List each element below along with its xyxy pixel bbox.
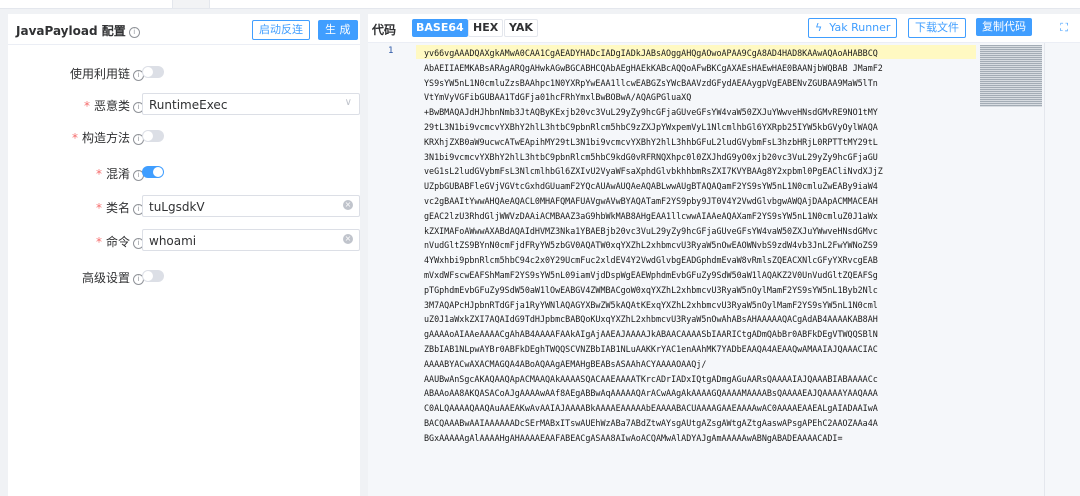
code-line: YS9sYW5nL1N0cmluZzsBAAhpc1N0YXRpYwEAA1ll…	[424, 77, 878, 88]
lightning-icon: ϟ	[815, 21, 823, 34]
code-line: AAUBwAnSgcAKAQAAQApACMAAQAkAAAASQACAAEAA…	[424, 373, 878, 384]
switch-knob	[153, 167, 163, 177]
row-gadget: * 恶意类 i RuntimeExec ∨	[8, 92, 360, 116]
editor-scrollbar[interactable]	[1044, 43, 1045, 496]
encoding-tab-base64[interactable]: BASE64	[412, 19, 468, 37]
code-line: mVxdWFscwEAFShMamF2YS9sYW5nL09iamVjdDspW…	[424, 269, 878, 280]
yak-runner-button[interactable]: ϟ Yak Runner	[808, 18, 898, 38]
code-line: yv66vgAAADQAXgkAMwA0CAA1CgAEADYHADcIADgI…	[424, 48, 878, 58]
generate-button[interactable]: 生 成	[318, 20, 358, 40]
start-reverse-button[interactable]: 启动反连	[252, 20, 310, 40]
use-chain-switch[interactable]	[142, 66, 164, 78]
code-line: gEAC2lzU3RhdGljWWVzDAAiACMBAAZ3aG9hbWkMA…	[424, 210, 878, 221]
code-line: C0ALQAAAAQAAQAuAAEAKwAvAAIAJAAAABkAAAAEA…	[424, 403, 878, 414]
info-icon[interactable]: i	[128, 27, 140, 38]
code-line: uZ0J1aWxkZXI7AQAIdG9TdHJpbmcBABQoKUxqYXZ…	[424, 314, 878, 325]
chevron-down-icon: ∨	[344, 97, 352, 108]
code-title: 代码	[372, 23, 397, 37]
code-line: nVudGltZS9BYnN0cmFjdFRyYW5zbGV0AQATW0xqY…	[424, 240, 878, 251]
line-number: 1	[388, 46, 394, 56]
code-content[interactable]: yv66vgAAADQAXgkAMwA0CAA1CgAEADYHADcIADgI…	[424, 46, 984, 446]
code-line: VtYmVyVGFibGUBAA1TdGFja01hcFRhYmxlBwBOBw…	[424, 92, 692, 103]
panel-title: JavaPayload 配置 i	[16, 22, 140, 39]
code-line: pTGphdmEvbGFuZy9SdW50aW1lOwEABGV4ZWMBACg…	[424, 284, 878, 295]
switch-knob	[143, 131, 153, 141]
code-line: ZBbIAB1NLpwAYBr0ABFkDEghTWQQSCVNZBbIAB1N…	[424, 343, 878, 354]
code-line: 3M7AQAPcHJpbnRTdGFja1RyYWNlAQAGYXBwZW5kA…	[424, 299, 878, 310]
obfuscate-label: * 混淆 i	[96, 165, 144, 182]
switch-knob	[143, 271, 153, 281]
top-tab[interactable]	[172, 0, 210, 8]
code-line: gAAAAoAIAAeAAAACgAhAB4AAAAFAAkAIgAjAAEAJ…	[424, 329, 878, 340]
row-construct: * 构造方法 i	[8, 124, 360, 148]
gadget-label: * 恶意类 i	[84, 97, 144, 114]
row-obfuscate: * 混淆 i	[8, 160, 360, 184]
code-line: veG1sL2ludGVybmFsL3NlcmlhbGl6ZXIvU2VyaWF…	[424, 166, 883, 177]
code-line: BACQAAABwAAIAAAAAADcSErMABxITswAUEhWzABa…	[424, 417, 878, 428]
code-line: 29tL3N1bi9vcmcvYXBhY2hlL3htbC9pbnRlcm5hb…	[424, 121, 878, 132]
row-advanced: 高级设置 i	[8, 264, 360, 288]
use-chain-label: 使用利用链 i	[70, 65, 144, 82]
panel-title-text: JavaPayload 配置	[16, 24, 126, 38]
classname-label: * 类名 i	[96, 199, 144, 216]
code-panel-header: 代码 BASE64 HEX YAK ϟ Yak Runner 下载文件 复制代码…	[368, 14, 1080, 43]
download-file-button[interactable]: 下载文件	[908, 18, 966, 38]
obfuscate-switch[interactable]	[142, 166, 164, 178]
code-panel: 代码 BASE64 HEX YAK ϟ Yak Runner 下载文件 复制代码…	[368, 14, 1080, 496]
minimap[interactable]	[980, 45, 1042, 107]
construct-label: * 构造方法 i	[72, 129, 144, 146]
gadget-select-value: RuntimeExec	[149, 98, 228, 112]
row-command: * 命令 i whoami ×	[8, 228, 360, 252]
java-payload-config-panel: JavaPayload 配置 i 启动反连 生 成 使用利用链 i * 恶意类 i Ru…	[8, 14, 360, 496]
code-line: 4YWxhbi9pbnRlcm5hbC94c2x0Y29UcmFuc2xldEV…	[424, 255, 878, 266]
advanced-switch[interactable]	[142, 270, 164, 282]
code-line: ABAAoAA8AKQASACoAJgAAAAwAAf8AEgABBwAqAAA…	[424, 388, 878, 399]
row-use-chain: 使用利用链 i	[8, 60, 360, 84]
copy-code-button[interactable]: 复制代码	[976, 18, 1032, 36]
encoding-tab-hex[interactable]: HEX	[468, 19, 504, 37]
command-input[interactable]: whoami ×	[142, 229, 360, 251]
switch-knob	[143, 67, 153, 77]
code-line: 3N1bi9vcmcvYXBhY2hlL3htbC9pbnRlcm5hbC9kd…	[424, 151, 878, 162]
fullscreen-icon[interactable]: ⛶	[1060, 21, 1068, 35]
clear-icon[interactable]: ×	[343, 234, 353, 244]
command-value: whoami	[149, 234, 197, 248]
advanced-label: 高级设置 i	[82, 269, 144, 286]
code-line: KRXhjZXB0aW9ucwcATwEApihMY29tL3N1bi9vcmc…	[424, 136, 878, 147]
code-line: kZXIMAFoAWwwAXABdAQAIdHVMZ3Nka1YBAEBjb20…	[424, 225, 878, 236]
classname-input[interactable]: tuLgsdkV ×	[142, 195, 360, 217]
code-editor[interactable]: 1 yv66vgAAADQAXgkAMwA0CAA1CgAEADYHADcIAD…	[368, 43, 1080, 496]
code-line: AbAEIIAEMKABsARAgARQgAHwkAGwBGCABHCQAbAE…	[424, 62, 883, 73]
clear-icon[interactable]: ×	[343, 200, 353, 210]
code-line: AAAABYACwAXACMAGQA4ABoAQAAgAEMAHgBEABsAS…	[424, 358, 707, 369]
construct-switch[interactable]	[142, 130, 164, 142]
code-line: UZpbGUBABFleGVjVGVtcGxhdGUuamF2YQcAUAwAU…	[424, 181, 878, 192]
row-classname: * 类名 i tuLgsdkV ×	[8, 194, 360, 218]
gadget-select[interactable]: RuntimeExec ∨	[142, 93, 360, 115]
top-tab-strip	[0, 0, 1080, 9]
code-line: +BwBMAQAJdHJhbnNmb3JtAQByKExjb20vc3VuL29…	[424, 107, 878, 118]
encoding-tab-yak[interactable]: YAK	[504, 19, 538, 37]
code-line: BGxAAAAAgAlAAAAHgAHAAAAEAAFABEACgASAA8AI…	[424, 432, 843, 443]
classname-value: tuLgsdkV	[149, 200, 205, 214]
code-line: vc2gBAAItYwwAHQAeAQACL0MHAFQMAFUAVgwAVwB…	[424, 195, 878, 206]
panel-header: JavaPayload 配置 i 启动反连 生 成	[8, 14, 360, 45]
command-label: * 命令 i	[96, 233, 144, 250]
